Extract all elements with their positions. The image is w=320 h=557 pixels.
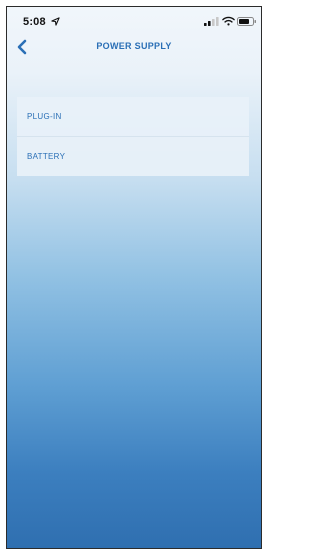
option-plug-in[interactable]: PLUG-IN — [17, 97, 249, 136]
cellular-signal-icon — [204, 17, 219, 26]
option-label: PLUG-IN — [27, 112, 62, 121]
page-title: POWER SUPPLY — [96, 41, 172, 51]
phone-screen: 5:08 POWER SUPPLY PLUG-IN BATTERY — [6, 6, 262, 549]
wifi-icon — [222, 16, 235, 26]
status-time: 5:08 — [23, 16, 46, 28]
status-bar: 5:08 — [7, 7, 261, 33]
navigation-bar: POWER SUPPLY — [7, 33, 261, 65]
location-arrow-icon — [51, 17, 60, 26]
option-label: BATTERY — [27, 152, 66, 161]
power-supply-options: PLUG-IN BATTERY — [17, 97, 249, 176]
option-battery[interactable]: BATTERY — [17, 136, 249, 176]
battery-icon — [237, 17, 256, 26]
